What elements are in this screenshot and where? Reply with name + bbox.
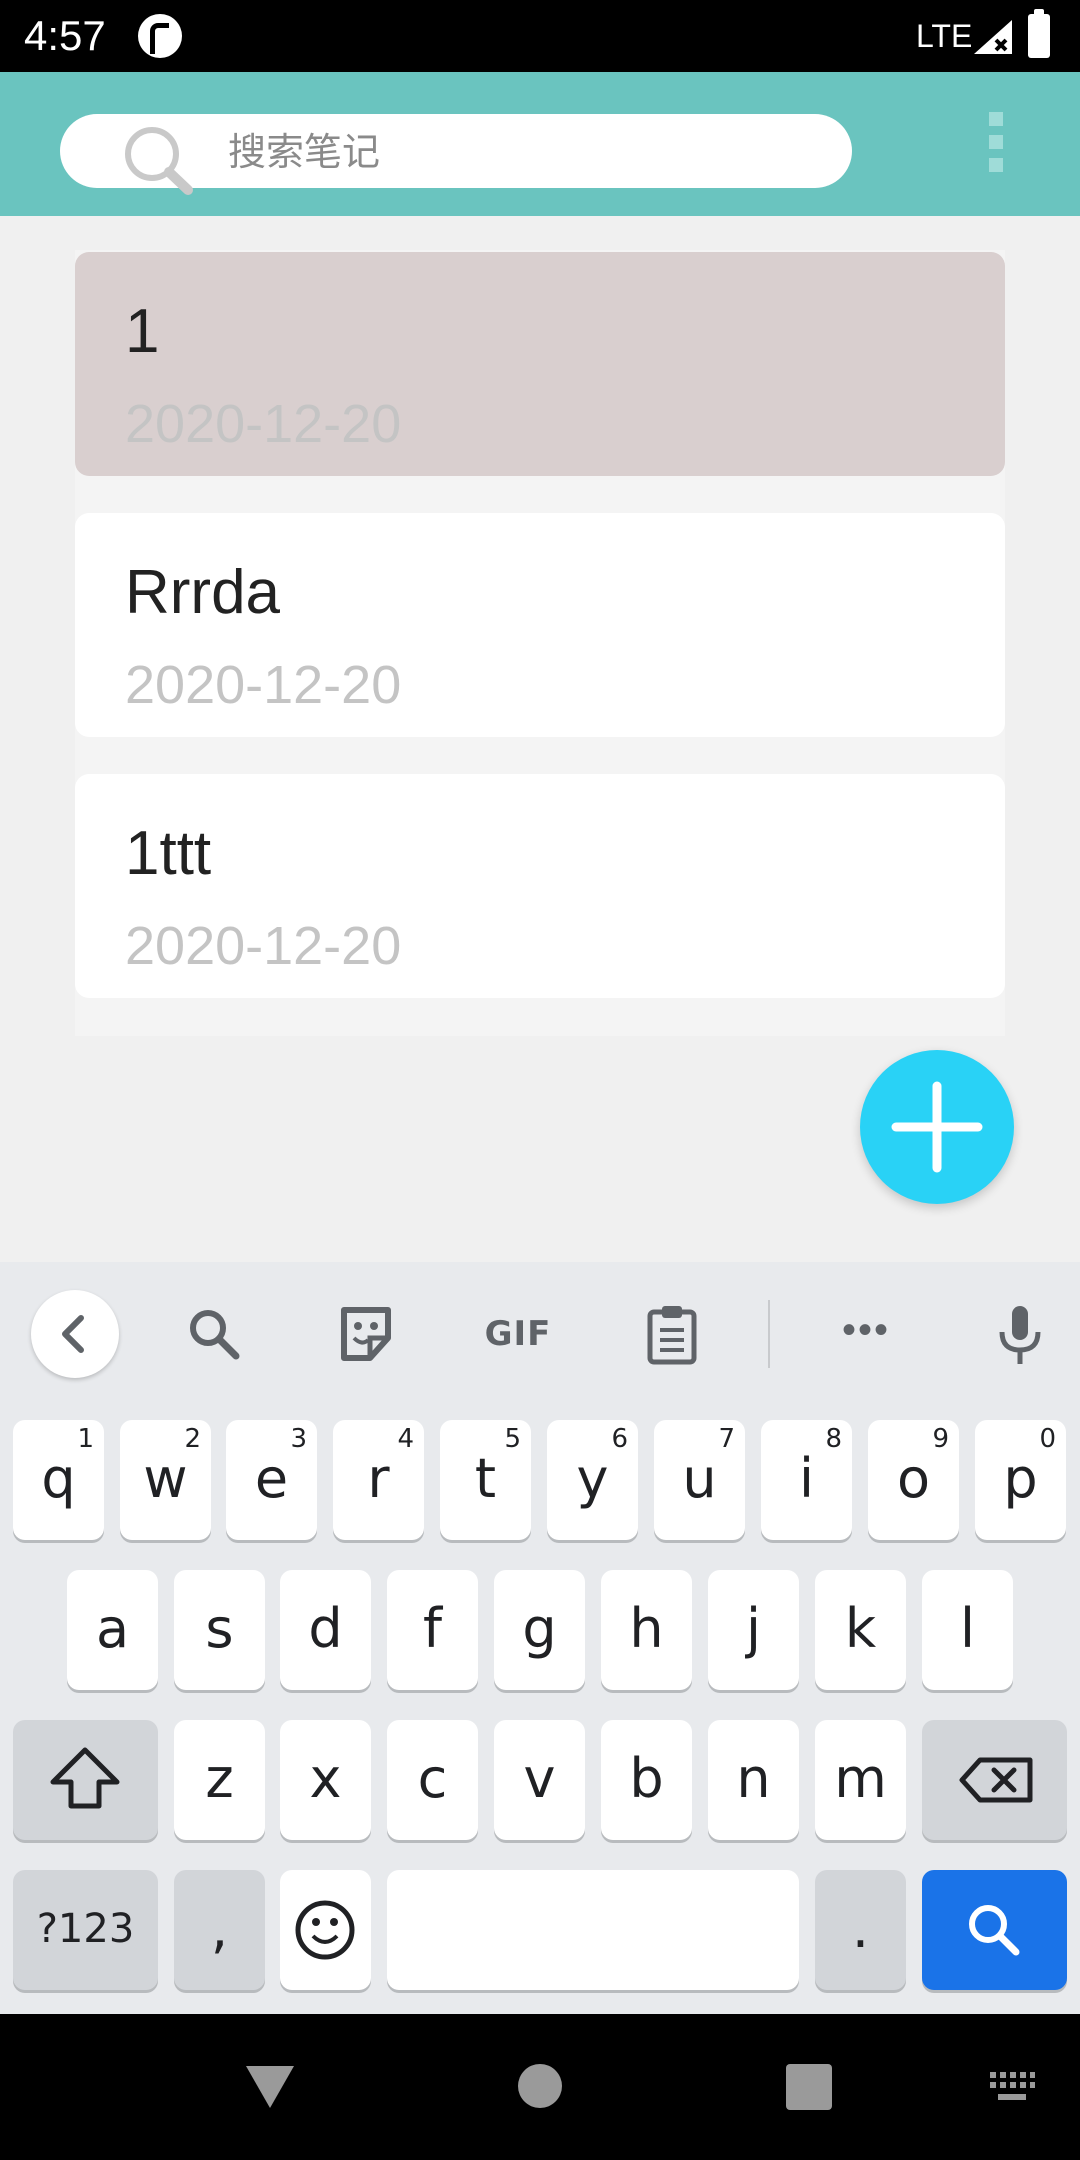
symbols-key[interactable]: ?123	[13, 1870, 158, 1990]
clipboard-icon[interactable]	[640, 1302, 704, 1366]
more-options-button[interactable]: •••	[838, 1310, 894, 1358]
battery-icon	[1028, 9, 1050, 58]
keyboard-switch-icon[interactable]	[988, 2070, 1036, 2104]
note-date: 2020-12-20	[125, 394, 402, 454]
period-key[interactable]: .	[815, 1870, 906, 1990]
home-icon[interactable]	[518, 2064, 562, 2108]
back-icon[interactable]	[244, 2064, 296, 2110]
search-icon	[125, 127, 193, 195]
toolbar-divider	[768, 1300, 770, 1368]
comma-key[interactable]: ,	[174, 1870, 265, 1990]
note-date: 2020-12-20	[125, 655, 402, 715]
signal-icon	[974, 20, 1012, 54]
key-g[interactable]: g	[494, 1570, 585, 1690]
key-r[interactable]: r4	[333, 1420, 424, 1540]
chevron-left-icon	[62, 1315, 84, 1353]
note-card-1[interactable]: 1 2020-12-20	[75, 252, 1005, 476]
recents-icon[interactable]	[786, 2064, 832, 2110]
microphone-icon[interactable]	[988, 1302, 1052, 1366]
note-card-3[interactable]: 1ttt 2020-12-20	[75, 774, 1005, 998]
backspace-icon	[959, 1757, 1033, 1803]
key-j[interactable]: j	[708, 1570, 799, 1690]
key-s[interactable]: s	[174, 1570, 265, 1690]
screen: { "status_bar": { "time": "4:57", "netwo…	[0, 0, 1080, 2160]
search-action-key[interactable]	[922, 1870, 1067, 1990]
key-e[interactable]: e3	[226, 1420, 317, 1540]
overflow-menu-icon[interactable]	[984, 112, 1008, 176]
key-m[interactable]: m	[815, 1720, 906, 1840]
app-toolbar: 搜索笔记	[0, 72, 1080, 216]
navigation-bar	[0, 2014, 1080, 2160]
soft-keyboard: GIF ••• q1 w2 e3 r4 t5 y6 u7 i8 o9 p 0 a…	[0, 1262, 1080, 2014]
key-o[interactable]: o9	[868, 1420, 959, 1540]
key-y[interactable]: y6	[547, 1420, 638, 1540]
gif-button[interactable]: GIF	[480, 1310, 556, 1358]
space-key[interactable]	[387, 1870, 799, 1990]
key-w[interactable]: w2	[120, 1420, 211, 1540]
key-h[interactable]: h	[601, 1570, 692, 1690]
status-bar: 4:57 LTE	[0, 0, 1080, 72]
key-d[interactable]: d	[280, 1570, 371, 1690]
key-p[interactable]: p0	[975, 1420, 1066, 1540]
key-z[interactable]: z	[174, 1720, 265, 1840]
add-note-button[interactable]	[860, 1050, 1014, 1204]
status-time: 4:57	[24, 12, 106, 59]
search-bar[interactable]: 搜索笔记	[60, 114, 852, 195]
search-icon	[969, 1905, 1020, 1956]
search-input[interactable]: 搜索笔记	[228, 128, 380, 176]
plus-icon	[891, 1081, 983, 1173]
notes-list: 1 2020-12-20 Rrrda 2020-12-20 1ttt 2020-…	[75, 250, 1005, 1036]
note-date: 2020-12-20	[125, 916, 402, 976]
note-title: 1ttt	[125, 819, 212, 888]
key-f[interactable]: f	[387, 1570, 478, 1690]
key-i[interactable]: i8	[761, 1420, 852, 1540]
key-u[interactable]: u7	[654, 1420, 745, 1540]
shift-key[interactable]	[13, 1720, 158, 1840]
note-title: Rrrda	[125, 558, 281, 627]
keyboard-back-button[interactable]	[31, 1290, 119, 1378]
shift-icon	[50, 1747, 120, 1809]
key-t[interactable]: t5	[440, 1420, 531, 1540]
key-x[interactable]: x	[280, 1720, 371, 1840]
sticker-icon[interactable]	[334, 1302, 398, 1366]
note-title: 1	[125, 297, 160, 366]
keyboard-toolbar: GIF •••	[0, 1262, 1080, 1410]
key-k[interactable]: k	[815, 1570, 906, 1690]
network-type: LTE	[916, 18, 973, 54]
backspace-key[interactable]	[922, 1720, 1067, 1840]
key-v[interactable]: v	[494, 1720, 585, 1840]
search-icon[interactable]	[182, 1302, 246, 1366]
emoji-key[interactable]	[280, 1870, 371, 1990]
emoji-icon	[295, 1900, 355, 1960]
app-notification-icon	[138, 14, 182, 58]
key-a[interactable]: a	[67, 1570, 158, 1690]
key-c[interactable]: c	[387, 1720, 478, 1840]
key-l[interactable]: l	[922, 1570, 1013, 1690]
note-card-2[interactable]: Rrrda 2020-12-20	[75, 513, 1005, 737]
key-b[interactable]: b	[601, 1720, 692, 1840]
key-n[interactable]: n	[708, 1720, 799, 1840]
key-q[interactable]: q1	[13, 1420, 104, 1540]
